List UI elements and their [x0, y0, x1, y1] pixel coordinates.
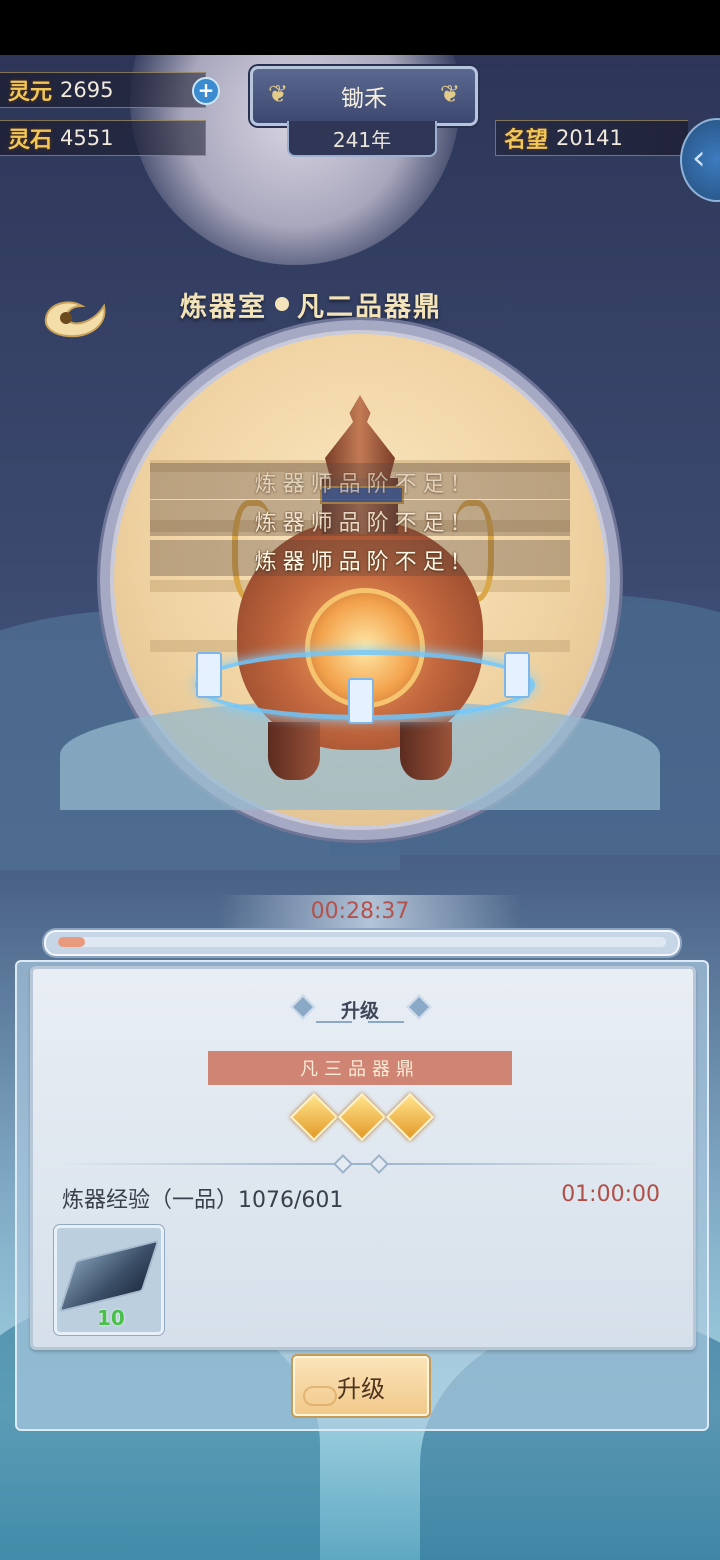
divider [60, 1163, 660, 1165]
back-swirl-icon[interactable] [38, 292, 112, 340]
requirement-time: 01:00:00 [561, 1182, 660, 1207]
title-underline [368, 1021, 404, 1023]
toast-message: 炼器师品阶不足! [254, 472, 466, 497]
player-name: 锄禾 [341, 86, 387, 112]
cloud-icon [303, 1386, 337, 1406]
title-separator [275, 297, 289, 311]
resource-label: 名望 [504, 127, 549, 153]
cauldron-leg [268, 722, 320, 780]
year-display: 241年 [287, 121, 437, 157]
toast-message: 炼器师品阶不足! [254, 550, 466, 575]
resource-value: 20141 [556, 126, 623, 150]
upgrade-progress-bar [44, 930, 680, 956]
ornament-icon: ❦ [267, 80, 289, 108]
upgrade-timer: 00:28:37 [310, 899, 410, 924]
talisman [348, 678, 374, 724]
resource-value: 4551 [60, 126, 114, 150]
talisman [504, 652, 530, 698]
player-name-plate[interactable]: ❦ 锄禾 ❦ [250, 66, 478, 126]
toast-message: 炼器师品阶不足! [254, 511, 466, 536]
section-title: 升级 [340, 1000, 379, 1022]
page-title: 炼器室 凡二品器鼎 [180, 284, 442, 324]
requirement-label: 炼器经验（一品）1076/601 [62, 1188, 344, 1213]
resource-reputation: 名望 20141 [495, 120, 688, 156]
material-slot[interactable]: 10 [54, 1225, 164, 1335]
room-name: 炼器室 [180, 291, 267, 323]
progress-track [58, 937, 666, 947]
plus-icon[interactable]: + [192, 77, 220, 105]
resource-label: 灵石 [8, 127, 53, 153]
resource-label: 灵元 [8, 79, 53, 105]
material-quantity: 10 [97, 1306, 125, 1330]
resource-lingyuan: 灵元 2695 [0, 72, 206, 108]
talisman [196, 652, 222, 698]
upgrade-button[interactable]: 升级 [293, 1356, 429, 1416]
cauldron-name: 凡二品器鼎 [297, 291, 442, 323]
upgrade-button-label: 升级 [337, 1374, 385, 1403]
cauldron-leg [400, 722, 452, 780]
resource-value: 2695 [60, 78, 114, 102]
progress-fill [58, 937, 86, 947]
next-tier-label: 凡三品器鼎 [208, 1051, 512, 1085]
ornament-icon: ❦ [439, 80, 461, 108]
resource-lingshi: 灵石 4551 [0, 120, 206, 156]
ingot-icon [58, 1239, 160, 1313]
